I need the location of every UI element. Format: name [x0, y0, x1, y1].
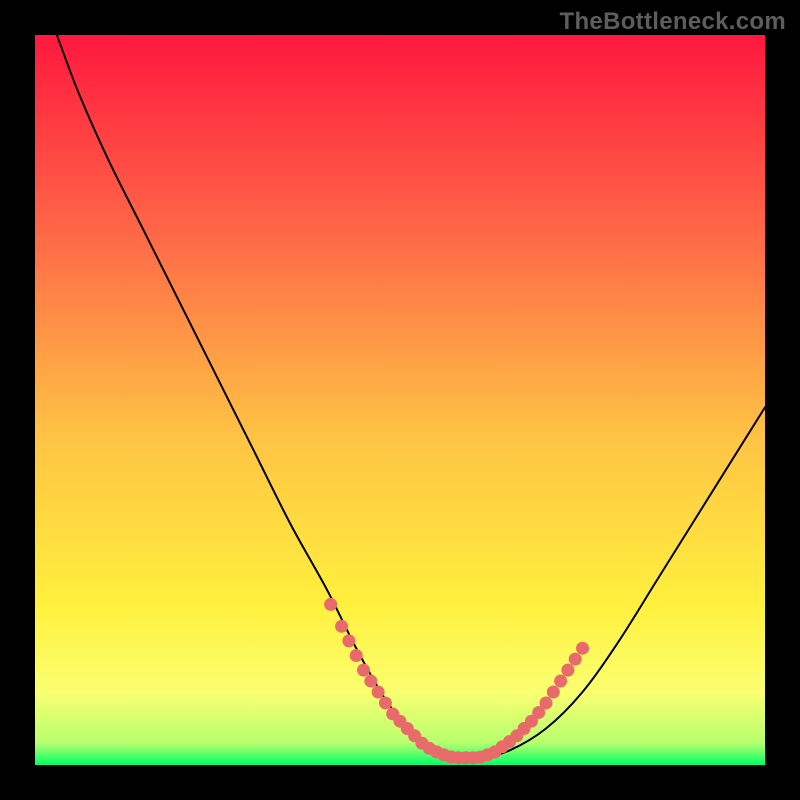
curve-marker [547, 686, 560, 699]
curve-marker [576, 642, 589, 655]
curve-marker [364, 675, 377, 688]
curve-marker [324, 598, 337, 611]
curve-marker [569, 653, 582, 666]
curve-marker [342, 634, 355, 647]
curve-marker [350, 649, 363, 662]
curve-marker [335, 620, 348, 633]
curve-marker [540, 696, 553, 709]
gradient-background [35, 35, 765, 765]
curve-marker [554, 675, 567, 688]
plot-area [35, 35, 765, 765]
curve-marker [357, 664, 370, 677]
curve-marker [372, 686, 385, 699]
watermark-text: TheBottleneck.com [560, 8, 786, 36]
chart-svg [35, 35, 765, 765]
curve-marker [561, 664, 574, 677]
curve-marker [379, 696, 392, 709]
chart-frame: TheBottleneck.com [0, 0, 800, 800]
